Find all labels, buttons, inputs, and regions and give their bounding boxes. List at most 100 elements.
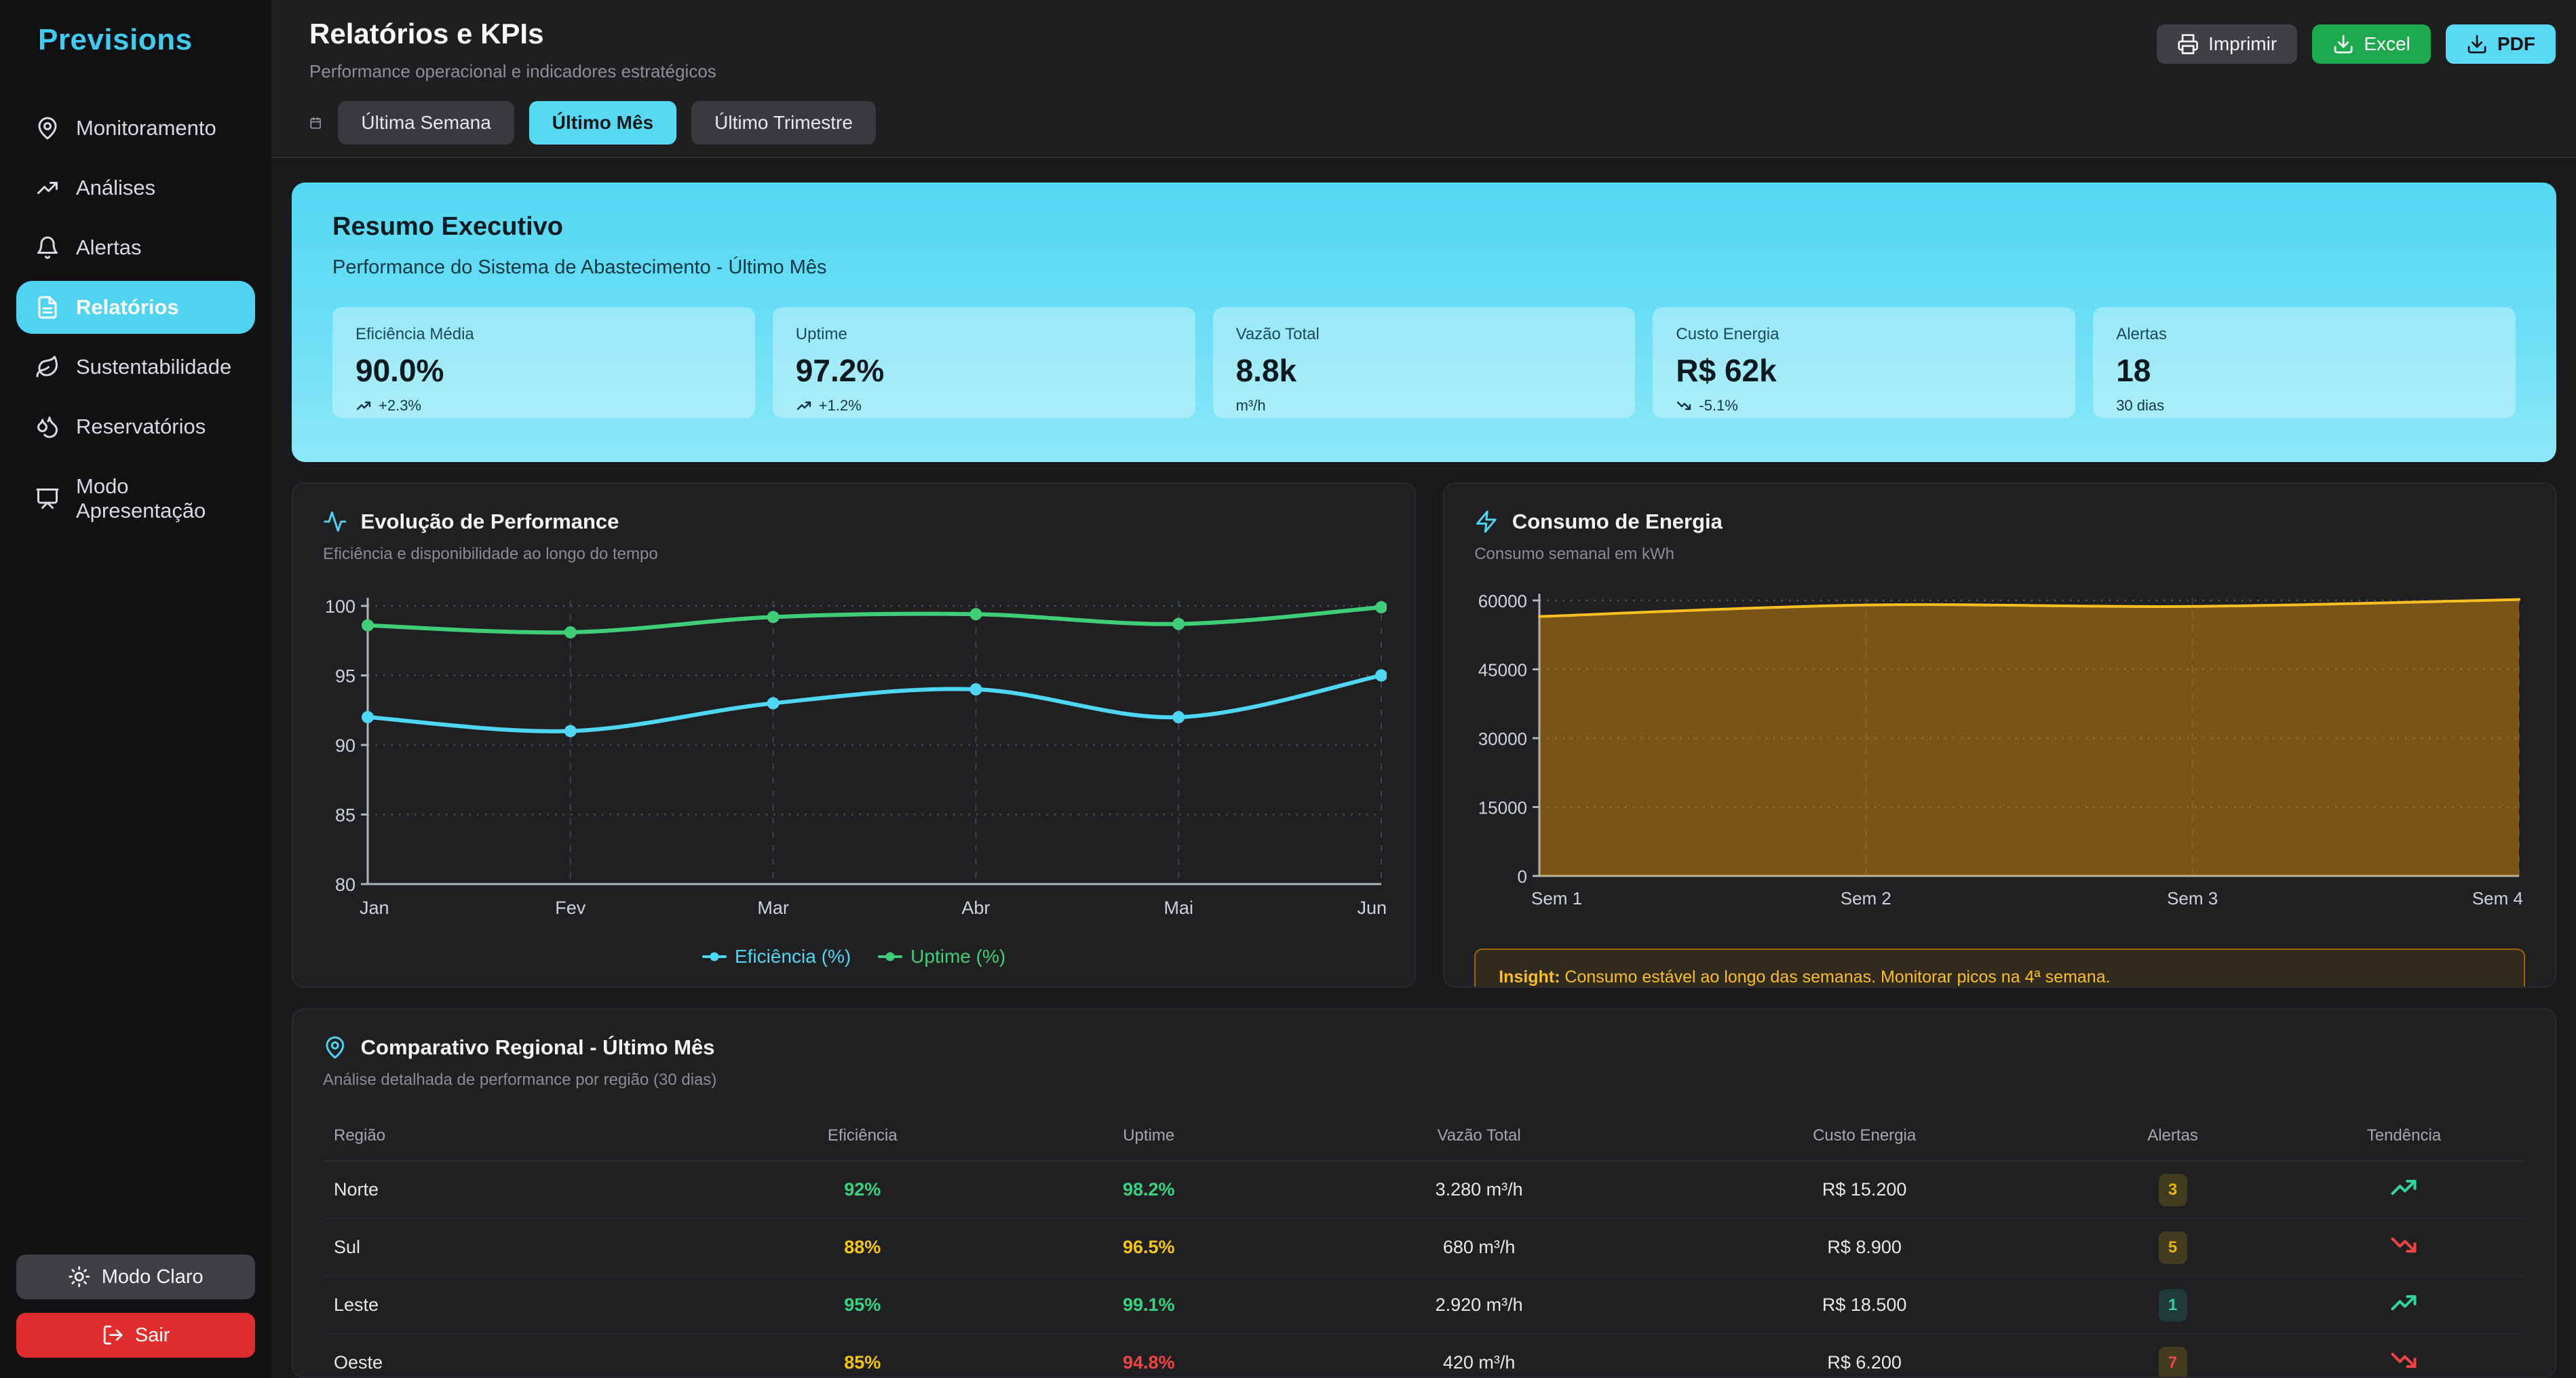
sidebar-item-label: Monitoramento (76, 116, 216, 140)
column-header: Custo Energia (1666, 1115, 2062, 1161)
cell-flow: 680 m³/h (1292, 1219, 1666, 1276)
period-tab-2[interactable]: Último Mês (529, 101, 676, 145)
svg-text:80: 80 (335, 875, 355, 895)
summary-subtitle: Performance do Sistema de Abastecimento … (332, 256, 2516, 279)
column-header: Uptime (1005, 1115, 1292, 1161)
svg-text:0: 0 (1518, 866, 1527, 887)
cell-cost: R$ 6.200 (1666, 1334, 2062, 1378)
charts-row: Evolução de Performance Eficiência e dis… (292, 482, 2556, 988)
performance-chart-canvas[interactable]: 80859095100JanFevMarAbrMaiJun (323, 584, 1387, 937)
regional-table-card: Comparativo Regional - Último Mês Anális… (292, 1008, 2556, 1378)
svg-text:100: 100 (325, 596, 355, 617)
table-row: Leste95%99.1%2.920 m³/hR$ 18.5001 (323, 1276, 2525, 1334)
regional-table: RegiãoEficiênciaUptimeVazão TotalCusto E… (323, 1115, 2525, 1378)
sidebar-item-alertas[interactable]: Alertas (16, 221, 255, 274)
period-tab-1[interactable]: Última Semana (338, 101, 514, 145)
sidebar-item-modo-apresentacao[interactable]: Modo Apresentação (16, 460, 255, 537)
logout-label: Sair (135, 1324, 170, 1347)
svg-text:Jan: Jan (360, 898, 389, 918)
insight-prefix: Insight: (1499, 968, 1560, 987)
legend-marker (702, 955, 727, 958)
performance-chart-legend: Eficiência (%) Uptime (%) (323, 946, 1385, 968)
svg-text:Jun: Jun (1357, 898, 1387, 918)
cell-efficiency: 95% (844, 1295, 881, 1315)
cell-cost: R$ 18.500 (1666, 1276, 2062, 1334)
sidebar-item-label: Modo Apresentação (76, 474, 236, 522)
energy-insight-box: Insight: Consumo estável ao longo das se… (1474, 949, 2525, 988)
cell-efficiency: 88% (844, 1237, 881, 1257)
cell-flow: 420 m³/h (1292, 1334, 1666, 1378)
file-text-icon (35, 295, 60, 320)
sidebar-item-relatorios[interactable]: Relatórios (16, 281, 255, 334)
svg-text:Sem 1: Sem 1 (1531, 888, 1582, 908)
table-row: Sul88%96.5%680 m³/hR$ 8.9005 (323, 1219, 2525, 1276)
legend-label: Uptime (%) (910, 946, 1005, 968)
download-icon (2332, 33, 2354, 55)
cell-region: Leste (323, 1276, 719, 1334)
export-excel-button[interactable]: Excel (2312, 24, 2431, 64)
cell-flow: 2.920 m³/h (1292, 1276, 1666, 1334)
page-header: Relatórios e KPIs Performance operaciona… (271, 0, 2576, 158)
table-header-row: RegiãoEficiênciaUptimeVazão TotalCusto E… (323, 1115, 2525, 1161)
svg-text:15000: 15000 (1478, 798, 1527, 818)
kpi-card: Custo Energia R$ 62k -5.1% (1653, 307, 2075, 418)
legend-item: Uptime (%) (878, 946, 1005, 968)
trending-up-icon (35, 176, 60, 200)
energy-chart-card: Consumo de Energia Consumo semanal em kW… (1443, 482, 2556, 988)
kpi-card: Vazão Total 8.8k m³/h (1213, 307, 1636, 418)
trending-up-icon (2389, 1288, 2419, 1318)
activity-icon (323, 510, 347, 534)
period-tab-3[interactable]: Último Trimestre (691, 101, 876, 145)
alerts-badge: 3 (2159, 1174, 2187, 1206)
legend-marker (878, 955, 902, 958)
sidebar-item-sustentabilidade[interactable]: Sustentabilidade (16, 341, 255, 394)
energy-chart-title: Consumo de Energia (1512, 510, 1723, 534)
alerts-badge: 1 (2159, 1289, 2187, 1322)
cell-flow: 3.280 m³/h (1292, 1161, 1666, 1219)
sidebar-item-analises[interactable]: Análises (16, 161, 255, 214)
sidebar-nav: Monitoramento Análises Alertas Relatórios Su… (16, 102, 255, 537)
print-label: Imprimir (2208, 33, 2277, 55)
zap-icon (1474, 510, 1499, 534)
pdf-label: PDF (2497, 33, 2535, 55)
svg-text:Fev: Fev (555, 898, 586, 918)
sidebar-footer: Modo Claro Sair (16, 1255, 255, 1358)
sidebar-item-label: Análises (76, 176, 155, 200)
table-row: Norte92%98.2%3.280 m³/hR$ 15.2003 (323, 1161, 2525, 1219)
kpi-label: Uptime (796, 325, 1172, 344)
sidebar-item-monitoramento[interactable]: Monitoramento (16, 102, 255, 155)
svg-text:60000: 60000 (1478, 591, 1527, 611)
energy-chart-canvas[interactable]: 015000300004500060000Sem 1Sem 2Sem 3Sem … (1474, 584, 2523, 923)
app-root: Previsions MonitoramentoAnálisesAlertasR… (0, 0, 2576, 1378)
svg-text:Abr: Abr (961, 898, 990, 918)
map-pin-icon (323, 1035, 347, 1060)
regional-table-title: Comparativo Regional - Último Mês (361, 1035, 715, 1060)
sidebar-item-reservatorios[interactable]: Reservatórios (16, 400, 255, 453)
kpi-row: Eficiência Média 90.0% +2.3%Uptime 97.2%… (332, 307, 2516, 418)
alerts-badge: 7 (2159, 1347, 2187, 1378)
svg-text:Sem 4: Sem 4 (2472, 888, 2523, 908)
kpi-value: 90.0% (355, 352, 732, 389)
export-pdf-button[interactable]: PDF (2446, 24, 2556, 64)
svg-text:Sem 3: Sem 3 (2167, 888, 2218, 908)
print-button[interactable]: Imprimir (2157, 24, 2297, 64)
energy-chart-subtitle: Consumo semanal em kWh (1474, 545, 2525, 564)
performance-chart-card: Evolução de Performance Eficiência e dis… (292, 482, 1416, 988)
svg-text:30000: 30000 (1478, 729, 1527, 749)
period-filter: Última Semana Último Mês Último Trimestre (309, 101, 2556, 145)
kpi-value: 8.8k (1236, 352, 1613, 389)
trending-down-icon (2389, 1230, 2419, 1260)
leaf-icon (35, 355, 60, 379)
svg-text:85: 85 (335, 805, 355, 826)
sidebar: Previsions MonitoramentoAnálisesAlertasR… (0, 0, 271, 1378)
trending-up-icon (796, 398, 812, 414)
regional-table-subtitle: Análise detalhada de performance por reg… (323, 1071, 2525, 1090)
theme-toggle-button[interactable]: Modo Claro (16, 1255, 255, 1299)
logout-button[interactable]: Sair (16, 1313, 255, 1358)
theme-toggle-label: Modo Claro (102, 1266, 204, 1288)
svg-text:45000: 45000 (1478, 660, 1527, 681)
legend-item: Eficiência (%) (702, 946, 851, 968)
cell-efficiency: 92% (844, 1179, 881, 1200)
kpi-delta: 30 dias (2116, 397, 2493, 415)
performance-chart-title: Evolução de Performance (361, 510, 619, 534)
